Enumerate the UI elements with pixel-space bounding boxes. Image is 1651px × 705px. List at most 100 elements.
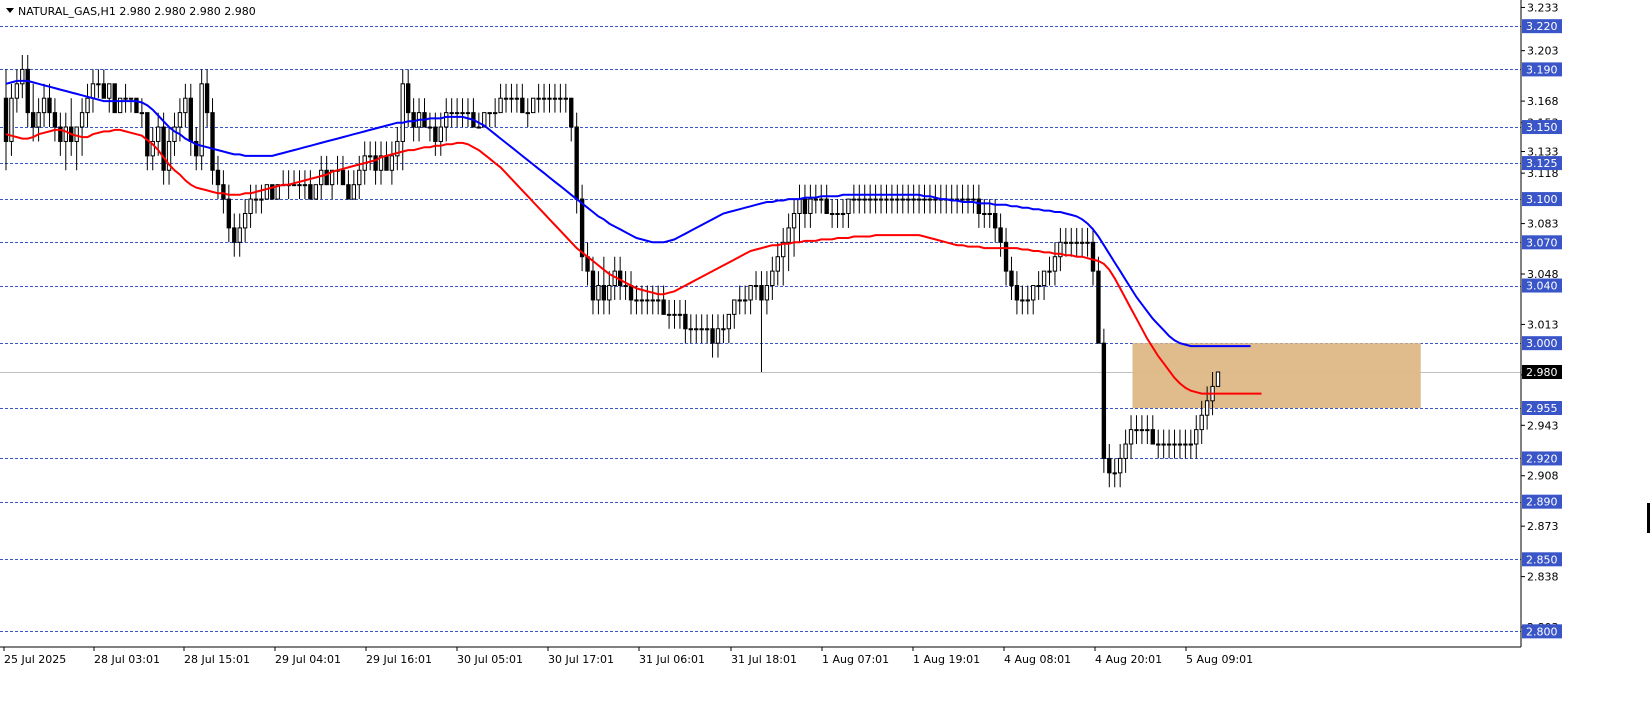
candle-body [726,313,732,330]
candle-body [204,83,210,114]
candle-body [85,97,90,114]
candle-body [1003,241,1009,272]
candle-body [808,198,813,214]
y-tick-label: 2.943 [1527,419,1559,432]
level-badge-text: 2.920 [1526,452,1558,465]
candle-body [900,198,905,201]
candle-body [1123,443,1128,459]
candle-body [683,313,688,330]
candle-body [541,97,547,100]
candle [264,184,270,200]
candle-body [1074,241,1079,244]
candle-body [1172,443,1177,446]
y-tick-label: 2.908 [1527,470,1559,483]
candle-body [161,126,166,171]
candle-body [389,155,395,171]
candle-body [639,299,645,302]
candle-body [791,212,797,229]
candle-body [351,184,357,200]
candle-body [579,198,585,258]
level-badge-text: 3.220 [1526,20,1558,33]
candle-body [487,112,492,115]
candle-body [1047,270,1052,273]
candle-body [1063,241,1069,244]
level-badge-text: 3.190 [1526,63,1558,76]
candle-body [878,198,884,201]
candle-body [666,313,672,316]
candle-body [965,198,971,201]
candle-body [829,212,835,215]
candle-body [1166,443,1172,446]
level-badge-text: 3.000 [1526,337,1558,350]
candle-body [819,198,824,201]
candle-body [1025,299,1030,302]
candle-body [998,227,1003,243]
candle-body [215,169,221,186]
candle-body [563,97,568,100]
candle-body [373,155,378,171]
candle-body [498,97,503,114]
x-tick-label: 25 Jul 2025 [4,653,66,666]
candle-body [645,299,650,302]
candle-body [188,97,193,142]
candle-body [253,198,259,201]
candle-body [840,212,846,215]
candle-body [753,285,759,288]
level-badge-text: 2.850 [1526,553,1558,566]
x-tick-label: 1 Aug 07:01 [822,653,889,666]
candle-body [232,227,237,243]
candle-body [1194,429,1199,445]
y-tick-label: 3.168 [1527,95,1559,108]
level-badge-text: 3.100 [1526,193,1558,206]
x-tick-label: 1 Aug 19:01 [913,653,980,666]
candle-body [601,285,607,301]
candle-body [922,198,927,201]
x-tick-label: 4 Aug 08:01 [1004,653,1071,666]
candle-body [552,97,558,100]
symbol-title: NATURAL_GAS,H1 2.980 2.980 2.980 2.980 [18,5,256,18]
candle-body [444,112,449,128]
candle-body [302,184,308,187]
candle-body [465,112,471,115]
candle-body [514,97,520,100]
candle-body [1134,429,1139,432]
candle-body [911,198,916,201]
candle-body [694,328,699,331]
candle-body [699,328,704,331]
candle-body [237,227,242,243]
candle-body [52,112,58,128]
candle-body [438,126,443,142]
candle-body [139,112,145,115]
candle-body [79,112,85,128]
level-badge-text: 3.070 [1526,236,1558,249]
candle-body [710,328,715,344]
candle-body [1069,241,1074,244]
candle-body [916,198,922,201]
candle [199,69,204,171]
candle-body [221,184,226,200]
candle-body [90,83,96,99]
candle-body [406,83,411,114]
candle-body [623,285,628,288]
candle-body [873,198,878,201]
level-badge-text: 3.040 [1526,280,1558,293]
candle-body [1204,400,1210,416]
level-badge-text: 3.125 [1526,157,1558,170]
candle-body [797,198,802,214]
candle-body [933,198,938,201]
candle-body [1161,443,1166,446]
candle-body [476,126,482,129]
price-chart[interactable]: 3.2333.2033.1683.1533.1333.1183.0833.048… [0,0,1651,705]
candle-body [41,97,47,114]
candle-body [704,328,710,331]
candle-body [1085,241,1090,244]
y-tick-label: 2.873 [1527,520,1559,533]
x-tick-label: 31 Jul 06:01 [639,653,705,666]
chart-window[interactable]: 3.2333.2033.1683.1533.1333.1183.0833.048… [0,0,1651,705]
candle-body [1009,270,1014,287]
x-tick-label: 29 Jul 04:01 [275,653,341,666]
x-tick-label: 4 Aug 20:01 [1095,653,1162,666]
candle-body [650,299,655,302]
y-tick-label: 2.838 [1527,571,1559,584]
candle [112,83,117,114]
